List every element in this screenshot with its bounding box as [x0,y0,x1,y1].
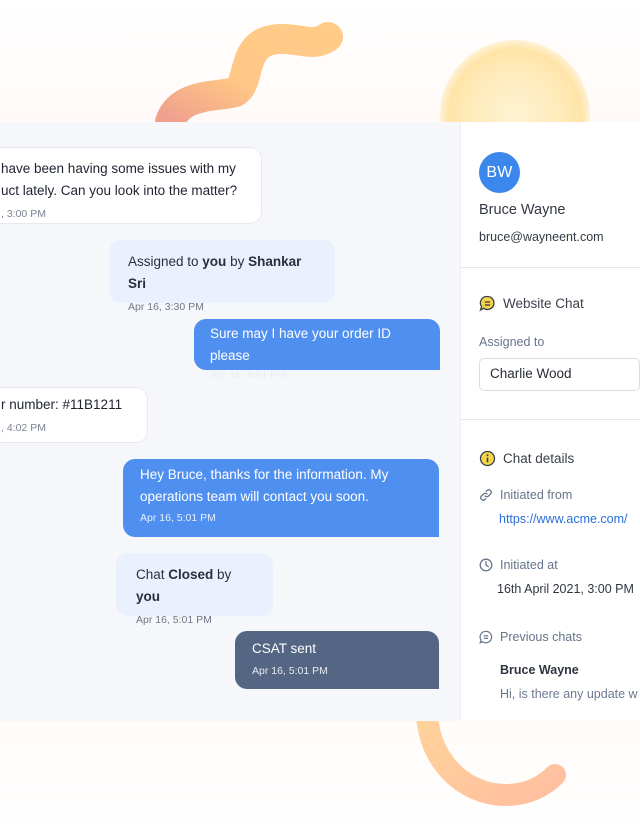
message-time: Apr 16, 5:01 PM [136,614,212,626]
message-line: have been having some issues with my [1,161,236,176]
text-part: by [226,254,249,269]
previous-chats-label-text: Previous chats [500,630,582,644]
contact-name: Bruce Wayne [479,202,566,218]
message-text: Chat Closed by you [136,564,259,608]
message-text: r number: #11B1211 [1,397,123,412]
chat-details-title: Chat details [479,450,574,467]
message-outgoing: Sure may I have your order ID please Apr… [194,319,440,381]
previous-chat-name[interactable]: Bruce Wayne [500,663,579,677]
initiated-from-label: Initiated from [479,488,572,502]
message-incoming: have been having some issues with my uct… [0,147,262,224]
message-time: Apr 16, 3:30 PM [128,301,204,313]
decorative-squiggle [155,22,343,132]
chat-bubble-icon [479,295,496,312]
divider [461,267,640,268]
message-time: Apr 16, 5:01 PM [140,512,216,524]
assignee-select[interactable]: Charlie Wood [479,358,640,391]
initiated-at-label-text: Initiated at [500,558,558,572]
message-line: Hey Bruce, thanks for the information. M… [140,467,389,482]
avatar: BW [479,152,520,193]
link-icon [479,488,493,502]
message-line: operations team will contact you soon. [140,489,369,504]
message-text: Hey Bruce, thanks for the information. M… [140,464,425,508]
divider [461,419,640,420]
message-csat: CSAT sent Apr 16, 5:01 PM [235,631,439,689]
text-part: Chat [136,567,169,582]
message-text: Assigned to you by Shankar Sri [128,251,317,295]
message-icon [479,630,493,644]
message-text: Sure may I have your order ID please [210,326,391,363]
message-text: CSAT sent [252,641,317,656]
channel-title-text: Website Chat [503,296,584,311]
assigned-label: Assigned to [479,335,545,349]
message-line: uct lately. Can you look into the matter… [1,183,238,198]
chat-details-title-text: Chat details [503,451,575,466]
initiated-at-label: Initiated at [479,558,558,572]
text-bold: Closed [168,567,214,582]
info-icon [479,450,496,467]
contact-email: bruce@wayneent.com [479,230,604,244]
system-message-closed: Chat Closed by you Apr 16, 5:01 PM [116,553,273,626]
text-bold: you [136,589,161,604]
clock-icon [479,558,493,572]
initiated-at-value: 16th April 2021, 3:00 PM [497,582,634,596]
text-bold: you [202,254,227,269]
message-time: Apr 16, 5:01 PM [252,665,328,677]
message-incoming: r number: #11B1211 , 4:02 PM [0,387,148,443]
message-text: have been having some issues with my uct… [1,158,245,202]
initiated-from-link[interactable]: https://www.acme.com/ [499,512,628,526]
previous-chat-preview[interactable]: Hi, is there any update w [500,687,638,701]
initiated-from-label-text: Initiated from [500,488,573,502]
channel-title: Website Chat [479,295,584,312]
message-time: , 4:02 PM [1,422,46,434]
previous-chats-label: Previous chats [479,630,582,644]
message-outgoing: Hey Bruce, thanks for the information. M… [123,459,439,537]
text-part: by [213,567,232,582]
message-time: , 3:00 PM [1,208,46,220]
message-time: Apr 16, 4:01 PM [210,369,286,381]
text-part: Assigned to [128,254,203,269]
system-message-assigned: Assigned to you by Shankar Sri Apr 16, 3… [109,240,335,313]
